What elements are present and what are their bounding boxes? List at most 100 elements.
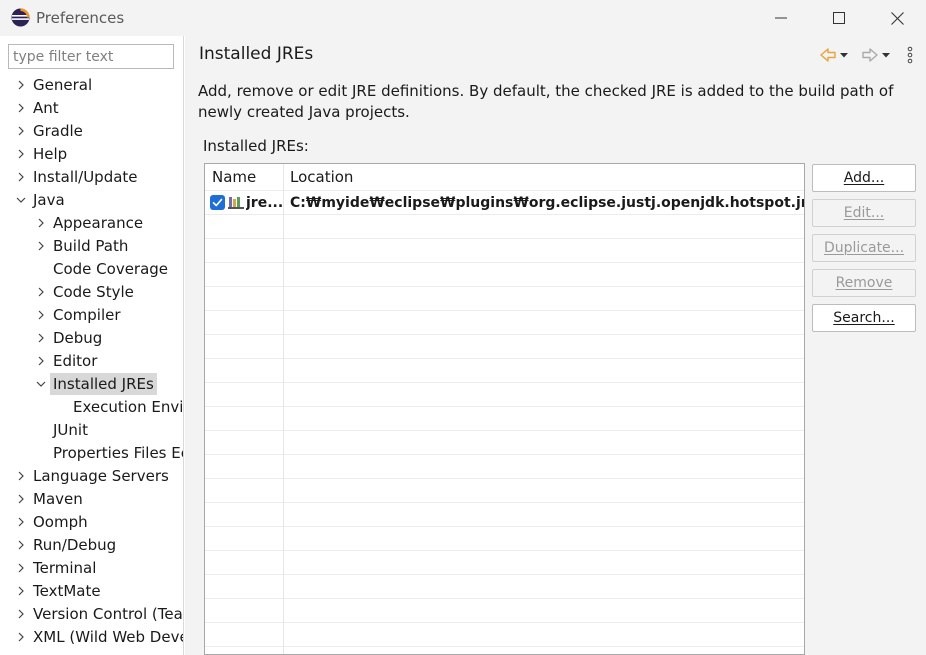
chevron-right-icon[interactable]	[14, 97, 28, 119]
tree-item[interactable]: Properties Files Ec	[0, 442, 183, 464]
chevron-down-icon[interactable]	[34, 373, 48, 395]
tree-item-label: TextMate	[33, 582, 101, 600]
tree-item[interactable]: Gradle	[0, 120, 183, 142]
tree-item[interactable]: Help	[0, 143, 183, 165]
tree-item[interactable]: Code Style	[0, 281, 183, 303]
tree-item-label: Install/Update	[33, 168, 138, 186]
tree-item[interactable]: Language Servers	[0, 465, 183, 487]
tree-item-label: General	[33, 76, 93, 94]
minimize-icon	[775, 17, 787, 19]
page-title: Installed JREs	[199, 44, 314, 64]
tree-item[interactable]: Compiler	[0, 304, 183, 326]
chevron-right-icon[interactable]	[34, 235, 48, 257]
table-row-divider	[205, 262, 804, 263]
table-row-divider	[205, 310, 804, 311]
column-header-location[interactable]: Location	[283, 164, 803, 190]
chevron-right-icon[interactable]	[14, 166, 28, 188]
tree-item[interactable]: Installed JREs	[0, 373, 183, 395]
tree-item[interactable]: TextMate	[0, 580, 183, 602]
view-menu-button[interactable]	[905, 45, 915, 65]
table-row-divider	[205, 454, 804, 455]
tree-item[interactable]: Install/Update	[0, 166, 183, 188]
chevron-right-icon[interactable]	[14, 534, 28, 556]
chevron-right-icon[interactable]	[14, 143, 28, 165]
chevron-right-icon[interactable]	[14, 580, 28, 602]
tree-item[interactable]: JUnit	[0, 419, 183, 441]
table-row-divider	[205, 286, 804, 287]
table-row-divider	[205, 382, 804, 383]
jre-table[interactable]: Name Location jre... C:₩myide₩eclipse₩pl…	[204, 163, 805, 655]
tree-item-label: Version Control (Tea	[33, 605, 183, 623]
tree-item[interactable]: Appearance	[0, 212, 183, 234]
tree-item-label: Run/Debug	[33, 536, 117, 554]
table-row-divider	[205, 502, 804, 503]
close-button[interactable]	[868, 0, 926, 36]
tree-item[interactable]: XML (Wild Web Deve	[0, 626, 183, 648]
tree-item[interactable]: Oomph	[0, 511, 183, 533]
tree-item-label: Compiler	[53, 306, 121, 324]
tree-item[interactable]: Run/Debug	[0, 534, 183, 556]
tree-item-label: Language Servers	[33, 467, 169, 485]
table-row-divider	[205, 430, 804, 431]
tree-item[interactable]: Terminal	[0, 557, 183, 579]
forward-arrow-icon	[862, 48, 890, 62]
chevron-right-icon[interactable]	[14, 488, 28, 510]
maximize-icon	[833, 12, 845, 24]
chevron-right-icon[interactable]	[14, 465, 28, 487]
edit-button[interactable]: Edit...	[812, 199, 916, 227]
tree-item-label: JUnit	[53, 421, 88, 439]
title-bar: Preferences	[0, 0, 926, 36]
table-row-divider	[205, 238, 804, 239]
search-button[interactable]: Search...	[812, 304, 916, 332]
chevron-right-icon[interactable]	[14, 511, 28, 533]
chevron-right-icon[interactable]	[14, 120, 28, 142]
table-row-divider	[205, 358, 804, 359]
tree-item-label: Code Coverage	[53, 260, 169, 278]
tree-item[interactable]: Editor	[0, 350, 183, 372]
eclipse-icon	[11, 8, 30, 27]
jre-name: jre...	[246, 195, 282, 211]
jre-checkbox[interactable]	[210, 195, 225, 210]
chevron-right-icon[interactable]	[34, 281, 48, 303]
chevron-right-icon[interactable]	[34, 212, 48, 234]
preferences-tree-pane: General Ant Gradle Help Install/Update Java Ap…	[0, 36, 184, 655]
minimize-button[interactable]	[752, 0, 810, 36]
window-title: Preferences	[36, 9, 125, 27]
chevron-down-icon[interactable]	[14, 189, 28, 211]
forward-button[interactable]	[861, 45, 891, 65]
tree-item[interactable]: Ant	[0, 97, 183, 119]
tree-item[interactable]: Version Control (Tea	[0, 603, 183, 625]
tree-item[interactable]: Maven	[0, 488, 183, 510]
tree-item-label: Gradle	[33, 122, 83, 140]
chevron-right-icon[interactable]	[34, 304, 48, 326]
tree-item-label: Debug	[53, 329, 103, 347]
chevron-right-icon[interactable]	[14, 557, 28, 579]
filter-input[interactable]	[8, 44, 174, 69]
maximize-button[interactable]	[810, 0, 868, 36]
tree-item[interactable]: Code Coverage	[0, 258, 183, 280]
back-button[interactable]	[819, 45, 849, 65]
table-row-divider	[205, 646, 804, 647]
tree-item-label: Maven	[33, 490, 83, 508]
tree-item[interactable]: Execution Envi	[0, 396, 183, 418]
tree-item-label: Appearance	[53, 214, 144, 232]
jre-library-icon	[228, 197, 244, 209]
chevron-right-icon[interactable]	[34, 350, 48, 372]
tree-item-label: Installed JREs	[50, 373, 157, 395]
tree-item[interactable]: Build Path	[0, 235, 183, 257]
tree-item[interactable]: General	[0, 74, 183, 96]
table-row-divider	[205, 574, 804, 575]
chevron-right-icon[interactable]	[14, 603, 28, 625]
remove-button[interactable]: Remove	[812, 269, 916, 297]
tree-item[interactable]: Debug	[0, 327, 183, 349]
column-header-name[interactable]: Name	[205, 164, 283, 190]
duplicate-button[interactable]: Duplicate...	[812, 234, 916, 262]
tree-item[interactable]: Java	[0, 189, 183, 211]
chevron-right-icon[interactable]	[14, 74, 28, 96]
chevron-right-icon[interactable]	[34, 327, 48, 349]
chevron-right-icon[interactable]	[14, 626, 28, 648]
add-button[interactable]: Add...	[812, 164, 916, 192]
checkmark-icon	[212, 198, 223, 207]
table-row-divider	[205, 478, 804, 479]
tree-item-label: Editor	[53, 352, 98, 370]
